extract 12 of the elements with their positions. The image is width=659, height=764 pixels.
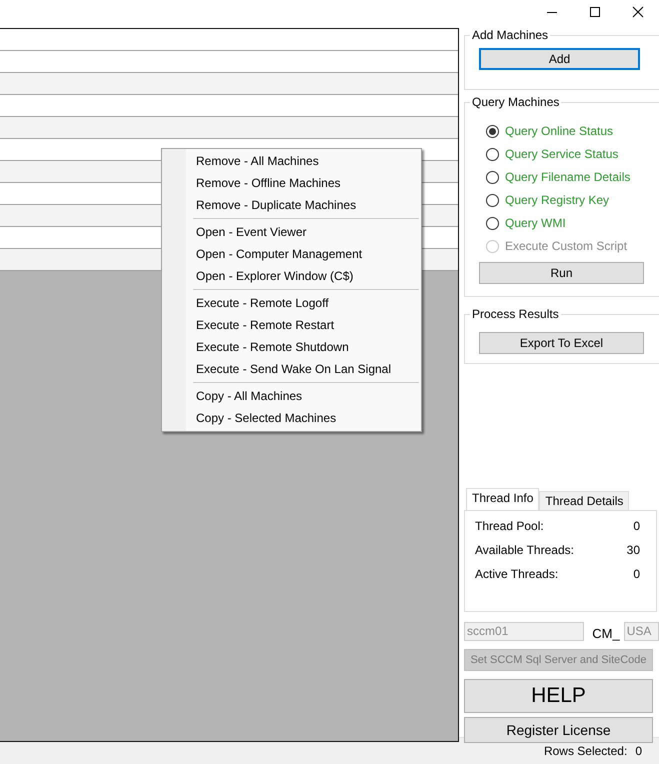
stat-value: 0	[633, 519, 640, 534]
stat-value: 0	[633, 567, 640, 582]
status-value: 0	[635, 744, 642, 758]
stat-label: Thread Pool:	[475, 519, 544, 534]
group-title: Process Results	[470, 307, 561, 321]
stat-label: Available Threads:	[475, 543, 574, 558]
group-title: Add Machines	[470, 28, 550, 42]
status-label: Rows Selected:	[544, 744, 628, 758]
stat-value: 30	[626, 543, 640, 558]
group-title: Query Machines	[470, 95, 562, 109]
prefix-label: CM_	[592, 626, 620, 641]
stat-label: Active Threads:	[475, 567, 558, 582]
